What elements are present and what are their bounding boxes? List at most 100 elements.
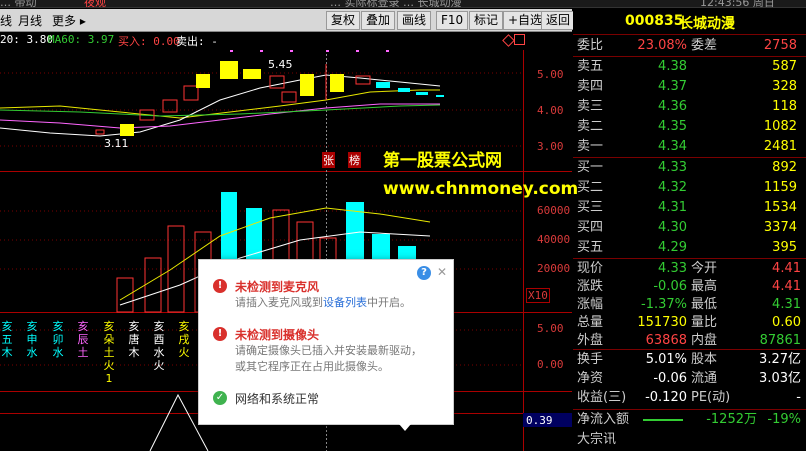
expand-icon[interactable] <box>514 34 525 45</box>
buy-level-price: 4.29 <box>658 240 687 255</box>
fund-value: 3.03亿 <box>759 371 801 386</box>
more-menu[interactable]: 更多 ▸ <box>52 12 86 29</box>
back-button[interactable]: 返回 <box>541 11 576 30</box>
fundamental-row: 收益(三) -0.120 PE(动) - <box>573 388 806 408</box>
watermark-url: www.chnmoney.com <box>383 179 579 199</box>
bigdeal-row[interactable]: 大宗讯 <box>573 430 806 450</box>
sell-level-row: 卖二 4.35 1082 <box>573 117 806 137</box>
buy-level-label: 买一 <box>577 160 604 175</box>
f10-button[interactable]: F10 <box>436 11 469 30</box>
fund-value: -0.120 <box>645 390 687 405</box>
device-list-link[interactable]: 设备列表 <box>323 296 367 309</box>
fund-value: - <box>796 390 801 405</box>
fuquan-button[interactable]: 复权 <box>326 11 361 30</box>
limit-list-tag: 榜 <box>348 152 361 168</box>
stat-value: 63868 <box>645 333 687 348</box>
sell-level-label: 卖一 <box>577 139 604 154</box>
fund-label: 换手 <box>577 352 604 367</box>
network-status-text: 网络和系统正常 <box>235 392 320 406</box>
camera-warning-desc-2: 或其它程序正在占用此摄像头。 <box>235 360 389 373</box>
sell-level-row: 卖四 4.37 328 <box>573 77 806 97</box>
draw-line-button[interactable]: 画线 <box>397 11 432 30</box>
stat-value: 4.41 <box>772 279 801 294</box>
error-icon: ! <box>213 279 227 293</box>
help-icon[interactable]: ? <box>417 266 431 280</box>
title-left: … 带动 <box>0 0 37 8</box>
buy-level-row: 买三 4.31 1534 <box>573 198 806 218</box>
kline-marker: 亥唐木 <box>128 320 140 359</box>
fund-label: 流通 <box>691 371 718 386</box>
low-price-label: 3.11 <box>104 137 129 150</box>
chart-toolbar: 线 月线 更多 ▸ 复权 叠加 画线 F10 标记 +自选 返回 <box>0 9 576 32</box>
mark-button[interactable]: 标记 <box>469 11 504 30</box>
stat-value: -1.37% <box>641 297 687 312</box>
diamond-icon[interactable] <box>502 34 515 47</box>
fund-value: 5.01% <box>645 352 687 367</box>
buy-level-volume: 1159 <box>763 180 797 195</box>
fund-value: -0.06 <box>653 371 687 386</box>
period-tab-month[interactable]: 月线 <box>18 12 42 29</box>
bigdeal-label[interactable]: 大宗讯 <box>577 430 616 450</box>
stat-label: 涨幅 <box>577 297 604 312</box>
ma60-value: MA60: 3.97 <box>48 33 115 46</box>
buy-level-row: 买五 4.29 395 <box>573 238 806 258</box>
weibi-row: 委比 23.08% 委差 2758 <box>573 36 806 56</box>
stock-name: 长城动漫 <box>679 16 735 32</box>
fund-value: 3.27亿 <box>759 352 801 367</box>
limit-up-tag: 张 <box>322 152 335 168</box>
weibi-value: 23.08% <box>637 38 687 53</box>
stat-label: 内盘 <box>691 333 718 348</box>
sell-level-row: 卖三 4.36 118 <box>573 97 806 117</box>
sell-level-volume: 2481 <box>763 139 797 154</box>
netflow-bar <box>643 419 683 421</box>
fund-label: PE(动) <box>691 390 731 405</box>
buy-level-label: 买三 <box>577 200 604 215</box>
buy-level-row: 买二 4.32 1159 <box>573 178 806 198</box>
fundamental-row: 换手 5.01% 股本 3.27亿 <box>573 350 806 370</box>
sell-level-price: 4.35 <box>658 119 687 134</box>
volume-unit-badge[interactable]: X10 <box>526 288 550 303</box>
netflow-value: -1252万 <box>706 412 757 427</box>
sell-level-label: 卖四 <box>577 79 604 94</box>
netflow-pct: -19% <box>767 412 801 427</box>
buy-signal-value: 买入: 0.00 <box>118 35 180 48</box>
buy-level-price: 4.31 <box>658 200 687 215</box>
stat-label: 总量 <box>577 315 604 330</box>
watermark-title: 第一股票公式网 <box>383 151 502 171</box>
close-icon[interactable]: ✕ <box>437 265 447 279</box>
lower-axis-tick: 5.00 <box>537 322 564 335</box>
buy-level-row: 买一 4.33 892 <box>573 158 806 178</box>
sell-level-volume: 587 <box>772 59 797 74</box>
device-check-popup: ? ✕ ! 未检测到麦克风 请插入麦克风或到设备列表中开启。 ! 未检测到摄像头… <box>198 259 454 431</box>
kline-marker: 亥酉水火 <box>153 320 165 372</box>
stat-value: 4.31 <box>772 297 801 312</box>
stat-value: 4.41 <box>772 261 801 276</box>
buy-level-price: 4.30 <box>658 220 687 235</box>
buy-level-label: 买四 <box>577 220 604 235</box>
fund-label: 股本 <box>691 352 718 367</box>
buy-level-volume: 395 <box>772 240 797 255</box>
high-price-label: 5.45 <box>268 58 293 71</box>
sell-level-label: 卖二 <box>577 119 604 134</box>
buy-level-volume: 892 <box>772 160 797 175</box>
stock-code: 000835 <box>625 13 684 29</box>
netflow-row: 净流入额 -1252万 -19% <box>573 410 806 430</box>
buy-level-row: 买四 4.30 3374 <box>573 218 806 238</box>
weicha-value: 2758 <box>763 38 797 53</box>
ma20-value: 20: 3.80 <box>0 33 53 46</box>
camera-warning-desc-1: 请确定摄像头已插入并安装最新驱动， <box>235 344 422 357</box>
title-center: … 实际标登录 … 长城动漫 <box>330 0 462 8</box>
stat-label: 量比 <box>691 315 718 330</box>
indicator-value: 0.39 <box>526 414 553 427</box>
price-axis-tick: 3.00 <box>537 140 564 153</box>
mic-warning-desc: 请插入麦克风或到设备列表中开启。 <box>235 296 411 309</box>
sell-level-label: 卖五 <box>577 59 604 74</box>
sell-signal-value: 卖出: - <box>176 35 218 48</box>
sell-level-row: 卖一 4.34 2481 <box>573 137 806 157</box>
overlay-button[interactable]: 叠加 <box>361 11 396 30</box>
period-tab-week[interactable]: 线 <box>0 12 12 29</box>
sell-level-price: 4.37 <box>658 79 687 94</box>
weibi-label: 委比 <box>577 38 604 53</box>
buy-level-volume: 3374 <box>763 220 797 235</box>
fund-label: 净资 <box>577 371 604 386</box>
